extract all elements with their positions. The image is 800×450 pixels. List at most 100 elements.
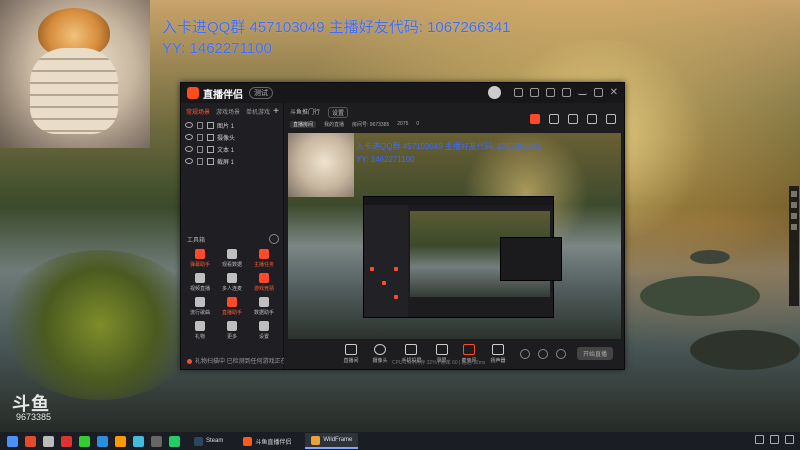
message-icon[interactable] <box>529 88 539 97</box>
monitor-icon <box>344 344 357 355</box>
eye-icon[interactable] <box>185 122 193 128</box>
eye-icon[interactable] <box>185 146 193 152</box>
side-tool-icon[interactable] <box>791 191 797 197</box>
toolbox-title: 工具箱 <box>187 238 206 244</box>
stream-preview[interactable]: 入卡进QQ群 457103049 主播好友代码: 1067266341 YY: … <box>288 133 621 339</box>
tool-button[interactable]: 礼物 <box>184 321 216 340</box>
app-icon[interactable] <box>169 435 180 447</box>
tool-button[interactable]: 观看数据 <box>216 249 248 268</box>
start-live-button[interactable]: 开始直播 <box>576 347 613 360</box>
toolbox-grid: 弹幕助手 观看数据 主播任务 视频直播 多人连麦 游戏竞猜 流行歌曲 直播助手 … <box>184 249 280 340</box>
data-icon <box>259 297 269 307</box>
source-label: 图片 1 <box>217 123 235 130</box>
tool-button[interactable]: 数据助手 <box>248 297 280 316</box>
gear-icon[interactable] <box>555 349 566 359</box>
source-item[interactable]: 摄像头 <box>181 131 283 143</box>
notification-icon[interactable] <box>785 435 794 444</box>
gift-icon <box>195 321 205 331</box>
wechat-icon[interactable] <box>79 435 90 447</box>
tool-button[interactable]: 多人连麦 <box>216 273 248 292</box>
source-item[interactable]: 图片 1 <box>181 119 283 131</box>
tab-room[interactable]: 斗鱼推门行 <box>290 107 320 118</box>
video-icon <box>195 273 205 283</box>
avatar[interactable] <box>487 86 501 99</box>
app-icon[interactable] <box>151 435 162 447</box>
room-category[interactable]: 我的直播 <box>324 121 344 128</box>
layout-icon[interactable] <box>568 114 578 124</box>
tool-button[interactable]: 直播助手 <box>216 297 248 316</box>
screen-record-icon <box>435 344 448 355</box>
viewer-icon <box>227 249 237 259</box>
record-toggle-icon[interactable] <box>537 349 548 359</box>
phone-icon <box>405 344 418 355</box>
app-name: 直播伴侣 <box>203 89 243 101</box>
qq-icon[interactable] <box>133 435 144 447</box>
side-tool-icon[interactable] <box>791 213 797 219</box>
wildframe-icon <box>311 435 321 445</box>
performance-status: CPU 1% | 内存 32% | 帧率 60 | 延迟 12ms <box>392 360 486 366</box>
explorer-icon[interactable] <box>43 435 54 447</box>
lock-icon[interactable] <box>197 157 203 165</box>
scene-tab-game[interactable]: 游戏场景 <box>216 107 240 116</box>
tool-button[interactable]: 视频直播 <box>184 273 216 292</box>
tab-settings[interactable]: 设置 <box>328 107 349 118</box>
eye-icon[interactable] <box>185 134 193 140</box>
start-icon[interactable] <box>7 435 18 447</box>
right-side-toolbar <box>789 186 799 306</box>
camera-icon <box>373 344 386 355</box>
danmu-icon <box>195 249 205 259</box>
skin-icon[interactable] <box>513 88 523 97</box>
preview-overlay-line-2: YY: 1462271100 <box>356 155 415 164</box>
tool-button[interactable]: 主播任务 <box>248 249 280 268</box>
tool-button[interactable]: 弹幕助手 <box>184 249 216 268</box>
app-icon[interactable] <box>61 435 72 447</box>
preview-overlay-line-1: 入卡进QQ群 457103049 主播好友代码: 1067266341 <box>356 142 542 151</box>
lock-icon[interactable] <box>197 121 203 129</box>
tool-button[interactable]: 更多 <box>216 321 248 340</box>
assistant-icon <box>227 297 237 307</box>
minimize-icon[interactable] <box>577 90 587 95</box>
side-tool-icon[interactable] <box>791 224 797 230</box>
live-room-button[interactable]: 直播间 <box>343 344 358 364</box>
lock-icon[interactable] <box>197 145 203 153</box>
speaker-button[interactable]: 扬声器 <box>491 344 506 364</box>
nested-inner-window <box>500 237 562 281</box>
record-icon[interactable] <box>530 114 540 124</box>
tool-button[interactable]: 流行歌曲 <box>184 297 216 316</box>
toolbox-settings-icon[interactable] <box>269 234 279 244</box>
source-item[interactable]: 文本 1 <box>181 143 283 155</box>
preview-tiger-image <box>288 133 354 197</box>
room-tag[interactable]: 直播房间 <box>290 121 317 128</box>
nested-preview <box>410 211 562 297</box>
maximize-icon[interactable] <box>593 88 603 97</box>
menu-icon[interactable] <box>561 88 571 97</box>
side-tool-icon[interactable] <box>791 202 797 208</box>
version-badge[interactable]: 测试 <box>249 87 273 99</box>
browser-icon[interactable] <box>97 435 108 447</box>
task-douyu[interactable]: 斗鱼直播伴侣 <box>237 433 297 449</box>
task-wildframe[interactable]: WildFrame <box>305 433 359 449</box>
rock <box>640 276 760 316</box>
add-scene-button[interactable]: + <box>273 106 279 117</box>
chrome-icon[interactable] <box>25 435 36 447</box>
lock-icon[interactable] <box>549 114 559 124</box>
volume-icon[interactable] <box>770 435 779 444</box>
tool-button[interactable]: 游戏竞猜 <box>248 273 280 292</box>
share-icon[interactable] <box>606 114 616 124</box>
lock-icon[interactable] <box>197 133 203 141</box>
source-item[interactable]: 截屏 1 <box>181 155 283 167</box>
fullscreen-icon[interactable] <box>519 349 530 359</box>
tool-button[interactable]: 设置 <box>248 321 280 340</box>
task-steam[interactable]: Steam <box>188 433 229 449</box>
folder-icon[interactable] <box>115 435 126 447</box>
network-icon[interactable] <box>755 435 764 444</box>
camera-button[interactable]: 摄像头 <box>372 344 387 364</box>
eye-icon[interactable] <box>185 158 193 164</box>
bell-icon[interactable] <box>587 114 597 124</box>
nested-app-window <box>363 196 562 318</box>
scene-tab-single[interactable]: 单机游戏 <box>246 107 270 116</box>
scene-tab-normal[interactable]: 常规场景 <box>186 107 210 116</box>
steam-icon <box>194 436 203 446</box>
close-icon[interactable]: ✕ <box>610 88 618 98</box>
settings-icon[interactable] <box>545 88 555 97</box>
